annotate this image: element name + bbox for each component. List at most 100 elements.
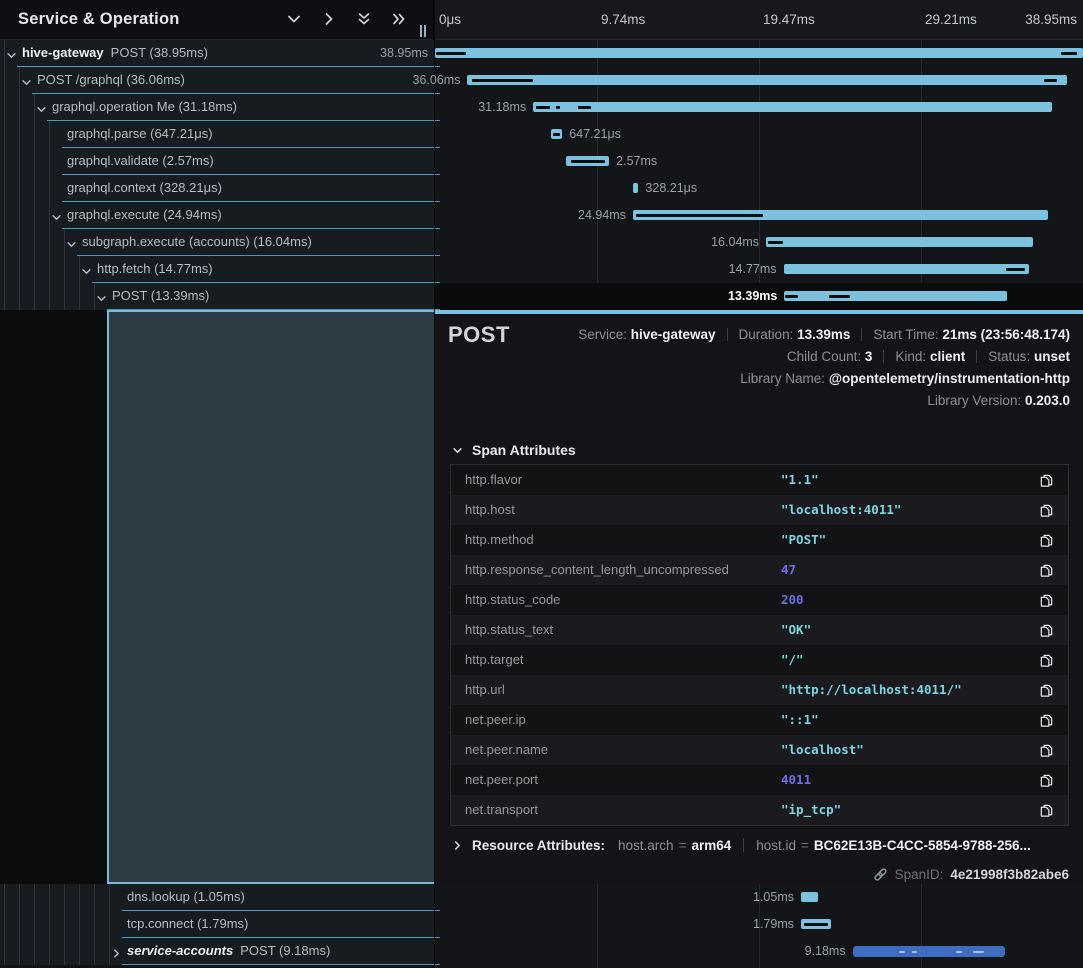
child-span-marker [436,52,466,55]
indent-guide [19,121,20,148]
indent-guide [34,121,35,148]
copy-icon[interactable] [1024,555,1068,585]
span-tree-row[interactable]: graphql.execute (24.94ms) [0,202,434,229]
child-span-marker [556,106,560,109]
timeline-row[interactable]: 16.04ms [435,229,1083,256]
trace-viewer: Service & Operation hive-gatewayPOST (38… [0,0,1083,968]
span-bar[interactable] [435,48,1083,58]
copy-icon[interactable] [1024,465,1068,495]
attribute-value: "ip_tcp" [781,795,1024,825]
chevron-down-icon[interactable] [286,11,302,27]
span-tree-row[interactable]: POST (13.39ms) [0,283,434,310]
indent-guide [4,283,5,310]
span-bar[interactable] [766,237,1033,247]
span-attributes-header[interactable]: Span Attributes [452,442,576,458]
link-icon[interactable] [873,867,888,882]
resource-key: host.id [756,838,796,853]
indent-guide [19,938,20,965]
resource-attributes-row[interactable]: Resource Attributes: host.arch=arm64host… [452,838,1031,853]
chevron-down-icon[interactable] [6,48,17,66]
timeline-row[interactable]: 1.79ms [435,911,1083,938]
copy-icon[interactable] [1024,765,1068,795]
overview-line: Library Version: 0.203.0 [530,390,1070,412]
timeline-row[interactable]: 36.06ms [435,67,1083,94]
timeline-row[interactable]: 2.57ms [435,148,1083,175]
indent-guide [49,256,50,283]
timeline-row[interactable]: 328.21μs [435,175,1083,202]
chevron-down-icon[interactable] [21,75,32,93]
timeline-row[interactable]: 24.94ms [435,202,1083,229]
span-tree-label: service-accountsPOST (9.18ms) [127,938,330,964]
timeline-row[interactable]: 1.05ms [435,884,1083,911]
span-bar[interactable] [801,892,818,902]
overview-label: Kind: [895,349,930,364]
span-bar[interactable] [467,75,1067,85]
span-bar[interactable] [784,291,1007,301]
span-duration-label: 31.18ms [326,94,526,121]
span-bar[interactable] [784,264,1030,274]
child-span-marker [912,951,917,953]
span-tree-row[interactable]: graphql.context (328.21μs) [0,175,434,202]
span-bar[interactable] [533,102,1052,112]
indent-guide [79,938,80,965]
double-chevron-right-icon[interactable] [391,11,407,27]
attribute-value: "POST" [781,525,1024,555]
span-tree-row[interactable]: subgraph.execute (accounts) (16.04ms) [0,229,434,256]
chevron-down-icon[interactable] [96,291,107,309]
attribute-row: http.method"POST" [451,525,1068,555]
timeline-row[interactable]: 647.21μs [435,121,1083,148]
panel-resize-handle[interactable] [420,25,428,37]
span-tree-row[interactable]: graphql.parse (647.21μs) [0,121,434,148]
copy-icon[interactable] [1024,585,1068,615]
copy-icon[interactable] [1024,705,1068,735]
span-tree-row[interactable]: dns.lookup (1.05ms) [0,884,434,911]
chevron-right-icon[interactable] [321,11,337,27]
attribute-key: net.transport [451,795,781,825]
copy-icon[interactable] [1024,615,1068,645]
span-tree-row[interactable]: http.fetch (14.77ms) [0,256,434,283]
attribute-row: net.peer.name"localhost" [451,735,1068,765]
attribute-key: net.peer.name [451,735,781,765]
indent-guide [49,175,50,202]
span-tree-row[interactable]: graphql.validate (2.57ms) [0,148,434,175]
timeline-row[interactable]: 31.18ms [435,94,1083,121]
attribute-row: net.peer.ip"::1" [451,705,1068,735]
indent-guide [34,884,35,911]
timeline-row[interactable]: 38.95ms [435,40,1083,67]
copy-icon[interactable] [1024,525,1068,555]
overview-label: Service: [578,327,631,342]
copy-icon[interactable] [1024,795,1068,825]
chevron-down-icon[interactable] [81,264,92,282]
child-span-marker [1044,79,1057,82]
indent-guide [19,148,20,175]
chevron-right-icon[interactable] [111,946,122,964]
indent-guide [94,911,95,938]
chevron-down-icon[interactable] [51,210,62,228]
timeline-row[interactable]: 9.18ms [435,938,1083,965]
copy-icon[interactable] [1024,675,1068,705]
copy-icon[interactable] [1024,735,1068,765]
resource-attributes-preview: host.arch=arm64host.id=BC62E13B-C4CC-585… [618,838,1031,853]
double-chevron-down-icon[interactable] [356,11,372,27]
indent-guide [4,148,5,175]
indent-guide [64,283,65,310]
service-name: hive-gateway [22,45,104,60]
overview-label: Library Version: [927,393,1025,408]
chevron-down-icon [452,445,463,456]
indent-guide [19,175,20,202]
copy-icon[interactable] [1024,645,1068,675]
span-tree-row[interactable]: service-accountsPOST (9.18ms) [0,938,434,965]
chevron-down-icon[interactable] [66,237,77,255]
indent-guide [94,938,95,965]
span-tree-panel: Service & Operation hive-gatewayPOST (38… [0,0,434,968]
span-tree-row[interactable]: tcp.connect (1.79ms) [0,911,434,938]
child-span-marker [571,160,605,163]
span-bar[interactable] [633,183,638,193]
child-span-marker [472,79,534,82]
copy-icon[interactable] [1024,495,1068,525]
timeline-row[interactable]: 14.77ms [435,256,1083,283]
chevron-down-icon[interactable] [36,102,47,120]
attribute-key: net.peer.ip [451,705,781,735]
indent-guide [19,67,20,94]
timeline-row[interactable]: 13.39ms [435,283,1083,310]
